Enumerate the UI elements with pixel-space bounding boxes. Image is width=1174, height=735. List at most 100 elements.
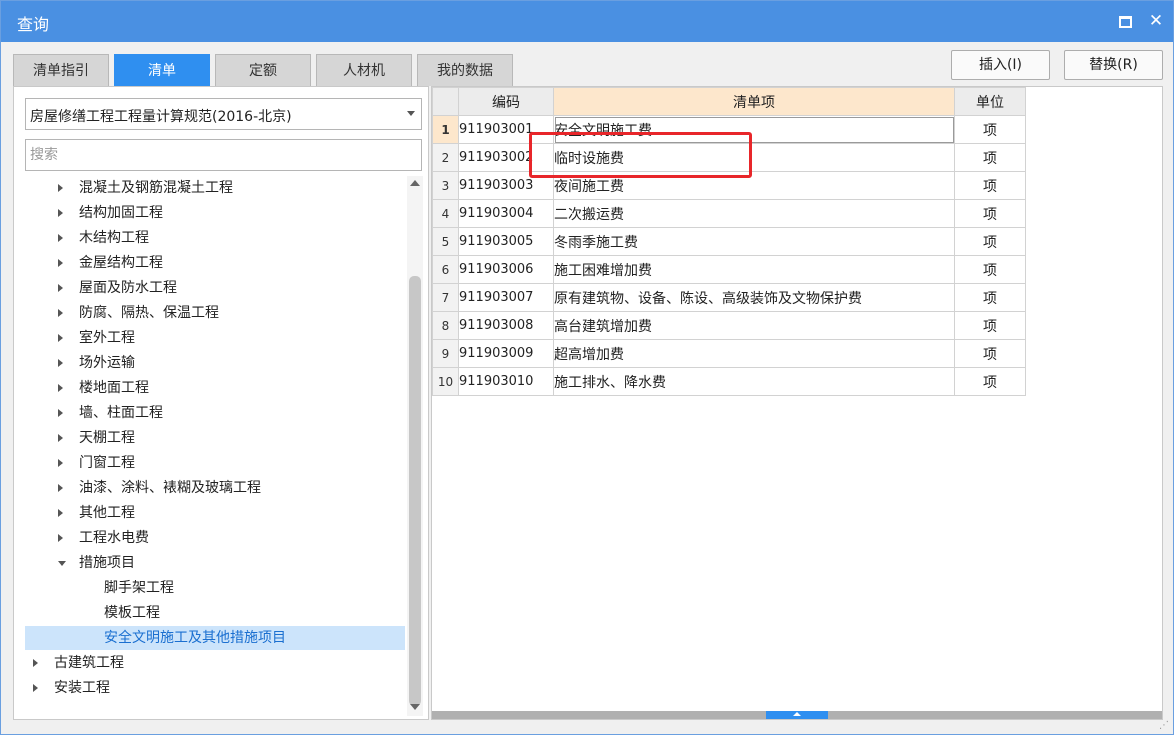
maximize-icon[interactable] bbox=[1114, 9, 1136, 33]
item-cell[interactable]: 原有建筑物、设备、陈设、高级装饰及文物保护费 bbox=[553, 283, 955, 312]
collapsed-arrow-icon[interactable] bbox=[33, 684, 38, 692]
row-number[interactable]: 2 bbox=[432, 143, 459, 172]
collapsed-arrow-icon[interactable] bbox=[58, 334, 63, 342]
row-number[interactable]: 1 bbox=[432, 115, 459, 144]
tree-item[interactable]: 天棚工程 bbox=[25, 426, 405, 450]
tree-item[interactable]: 屋面及防水工程 bbox=[25, 276, 405, 300]
tree-item[interactable]: 场外运输 bbox=[25, 351, 405, 375]
tab-my-data[interactable]: 我的数据 bbox=[417, 54, 513, 86]
code-cell[interactable]: 911903002 bbox=[458, 143, 554, 172]
unit-cell[interactable]: 项 bbox=[954, 143, 1026, 172]
tree-item[interactable]: 措施项目 bbox=[25, 551, 405, 575]
horizontal-scrollbar[interactable] bbox=[432, 711, 1162, 719]
item-cell[interactable]: 夜间施工费 bbox=[553, 171, 955, 200]
code-cell[interactable]: 911903005 bbox=[458, 227, 554, 256]
unit-cell[interactable]: 项 bbox=[954, 367, 1026, 396]
tree-item[interactable]: 金屋结构工程 bbox=[25, 251, 405, 275]
collapsed-arrow-icon[interactable] bbox=[58, 459, 63, 467]
collapsed-arrow-icon[interactable] bbox=[58, 184, 63, 192]
collapsed-arrow-icon[interactable] bbox=[58, 484, 63, 492]
tab-labor-material-machine[interactable]: 人材机 bbox=[316, 54, 412, 86]
row-number[interactable]: 10 bbox=[432, 367, 459, 396]
tree-item[interactable]: 木结构工程 bbox=[25, 226, 405, 250]
scroll-up-icon[interactable] bbox=[410, 180, 420, 186]
resize-grip-icon[interactable]: ⋰ bbox=[1159, 720, 1169, 731]
unit-cell[interactable]: 项 bbox=[954, 339, 1026, 368]
table-row[interactable]: 2 911903002 临时设施费项 bbox=[432, 143, 1026, 172]
tab-bill[interactable]: 清单 bbox=[114, 54, 210, 86]
collapsed-arrow-icon[interactable] bbox=[58, 209, 63, 217]
code-cell[interactable]: 911903004 bbox=[458, 199, 554, 228]
tree-item[interactable]: 门窗工程 bbox=[25, 451, 405, 475]
insert-button[interactable]: 插入(I) bbox=[951, 50, 1050, 80]
code-cell[interactable]: 911903008 bbox=[458, 311, 554, 340]
code-cell[interactable]: 911903001 bbox=[458, 115, 554, 144]
scroll-thumb[interactable] bbox=[409, 276, 421, 706]
table-row[interactable]: 4 911903004 二次搬运费项 bbox=[432, 199, 1026, 228]
tree-item[interactable]: 结构加固工程 bbox=[25, 201, 405, 225]
item-cell[interactable]: 超高增加费 bbox=[553, 339, 955, 368]
collapsed-arrow-icon[interactable] bbox=[58, 384, 63, 392]
item-cell[interactable]: 临时设施费 bbox=[553, 143, 955, 172]
row-number[interactable]: 8 bbox=[432, 311, 459, 340]
tree-item[interactable]: 其他工程 bbox=[25, 501, 405, 525]
tree-item[interactable]: 楼地面工程 bbox=[25, 376, 405, 400]
tab-bill-guide[interactable]: 清单指引 bbox=[13, 54, 109, 86]
close-icon[interactable]: ✕ bbox=[1145, 9, 1167, 33]
code-column-header[interactable]: 编码 bbox=[458, 87, 554, 116]
tree-scrollbar[interactable] bbox=[407, 176, 423, 716]
code-cell[interactable]: 911903007 bbox=[458, 283, 554, 312]
row-number[interactable]: 6 bbox=[432, 255, 459, 284]
tree-item[interactable]: 油漆、涂料、裱糊及玻璃工程 bbox=[25, 476, 405, 500]
code-cell[interactable]: 911903006 bbox=[458, 255, 554, 284]
collapsed-arrow-icon[interactable] bbox=[58, 509, 63, 517]
table-row[interactable]: 7 911903007 原有建筑物、设备、陈设、高级装饰及文物保护费项 bbox=[432, 283, 1026, 312]
item-cell[interactable]: 施工排水、降水费 bbox=[553, 367, 955, 396]
item-column-header[interactable]: 清单项 bbox=[553, 87, 955, 116]
collapsed-arrow-icon[interactable] bbox=[58, 434, 63, 442]
splitter-grip-icon[interactable] bbox=[766, 711, 828, 719]
row-number[interactable]: 3 bbox=[432, 171, 459, 200]
row-number[interactable]: 4 bbox=[432, 199, 459, 228]
item-cell[interactable]: 安全文明施工费 bbox=[553, 115, 955, 144]
item-cell[interactable]: 二次搬运费 bbox=[553, 199, 955, 228]
unit-cell[interactable]: 项 bbox=[954, 227, 1026, 256]
tab-quota[interactable]: 定额 bbox=[215, 54, 311, 86]
collapsed-arrow-icon[interactable] bbox=[58, 259, 63, 267]
title-bar[interactable]: 查询 ✕ bbox=[1, 1, 1173, 42]
replace-button[interactable]: 替换(R) bbox=[1064, 50, 1163, 80]
tree-item[interactable]: 模板工程 bbox=[25, 601, 405, 625]
tree-item[interactable]: 工程水电费 bbox=[25, 526, 405, 550]
unit-cell[interactable]: 项 bbox=[954, 283, 1026, 312]
table-row[interactable]: 5 911903005 冬雨季施工费项 bbox=[432, 227, 1026, 256]
collapsed-arrow-icon[interactable] bbox=[58, 284, 63, 292]
spec-select[interactable]: 房屋修缮工程工程量计算规范(2016-北京) bbox=[25, 98, 422, 130]
tree-item[interactable]: 混凝土及钢筋混凝土工程 bbox=[25, 176, 405, 200]
item-cell[interactable]: 冬雨季施工费 bbox=[553, 227, 955, 256]
collapsed-arrow-icon[interactable] bbox=[58, 534, 63, 542]
collapsed-arrow-icon[interactable] bbox=[58, 309, 63, 317]
collapsed-arrow-icon[interactable] bbox=[58, 234, 63, 242]
unit-cell[interactable]: 项 bbox=[954, 115, 1026, 144]
table-row[interactable]: 8 911903008 高台建筑增加费项 bbox=[432, 311, 1026, 340]
table-row[interactable]: 1 911903001 安全文明施工费项 bbox=[432, 115, 1026, 144]
collapsed-arrow-icon[interactable] bbox=[58, 359, 63, 367]
table-row[interactable]: 6 911903006 施工困难增加费项 bbox=[432, 255, 1026, 284]
tree-item[interactable]: 安全文明施工及其他措施项目 bbox=[25, 626, 405, 650]
tree-item[interactable]: 安装工程 bbox=[25, 676, 405, 700]
table-row[interactable]: 9 911903009 超高增加费项 bbox=[432, 339, 1026, 368]
row-number[interactable]: 7 bbox=[432, 283, 459, 312]
unit-cell[interactable]: 项 bbox=[954, 171, 1026, 200]
row-number[interactable]: 5 bbox=[432, 227, 459, 256]
table-row[interactable]: 10 911903010 施工排水、降水费项 bbox=[432, 367, 1026, 396]
expanded-arrow-icon[interactable] bbox=[58, 561, 66, 566]
unit-column-header[interactable]: 单位 bbox=[954, 87, 1026, 116]
unit-cell[interactable]: 项 bbox=[954, 199, 1026, 228]
tree-item[interactable]: 防腐、隔热、保温工程 bbox=[25, 301, 405, 325]
item-cell[interactable]: 施工困难增加费 bbox=[553, 255, 955, 284]
item-cell[interactable]: 高台建筑增加费 bbox=[553, 311, 955, 340]
row-number[interactable]: 9 bbox=[432, 339, 459, 368]
collapsed-arrow-icon[interactable] bbox=[58, 409, 63, 417]
unit-cell[interactable]: 项 bbox=[954, 255, 1026, 284]
tree-item[interactable]: 脚手架工程 bbox=[25, 576, 405, 600]
